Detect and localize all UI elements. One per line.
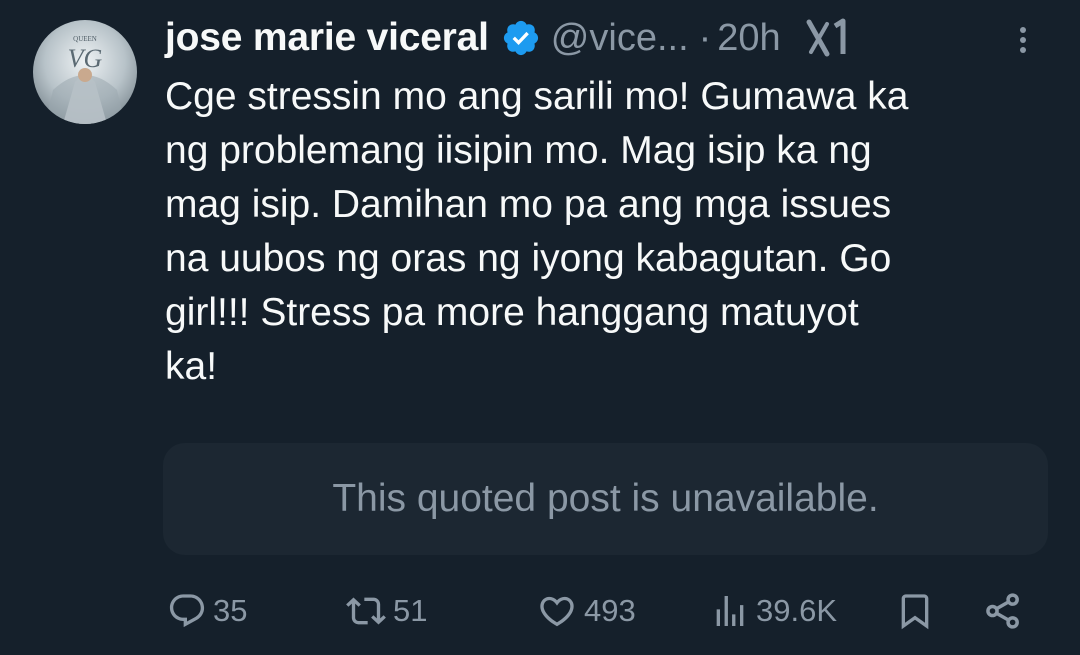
avatar-image: VG QUEEN [33, 20, 137, 124]
reply-button[interactable]: 35 [167, 583, 247, 639]
repost-icon [346, 597, 386, 625]
timestamp[interactable]: 20h [717, 17, 780, 60]
grok-icon[interactable] [805, 18, 849, 58]
views-icon [716, 596, 744, 626]
action-bar: 35 51 493 39.6K [0, 583, 1080, 639]
like-count: 493 [584, 593, 636, 628]
share-button[interactable] [982, 583, 1024, 639]
bookmark-button[interactable] [895, 583, 935, 639]
views-button[interactable]: 39.6K [710, 583, 837, 639]
repost-count: 51 [393, 593, 428, 628]
quoted-post-message: This quoted post is unavailable. [332, 477, 879, 520]
author-name[interactable]: jose marie viceral [165, 16, 489, 60]
tweet-text: Cge stressin mo ang sarili mo! Gumawa ka… [165, 75, 909, 388]
tweet-header: jose marie viceral @vice... · 20h [165, 10, 1065, 66]
reply-icon [169, 594, 205, 628]
repost-button[interactable]: 51 [345, 583, 427, 639]
like-icon [540, 596, 574, 627]
reply-count: 35 [213, 593, 248, 628]
separator-dot: · [698, 16, 712, 59]
avatar[interactable]: VG QUEEN [33, 20, 137, 124]
more-options-icon[interactable] [1013, 20, 1033, 60]
verified-badge-icon[interactable] [501, 18, 541, 58]
avatar-caption: QUEEN [73, 35, 97, 43]
author-handle[interactable]: @vice... [551, 17, 689, 60]
quoted-post-unavailable: This quoted post is unavailable. [163, 443, 1048, 555]
views-count: 39.6K [756, 593, 838, 628]
bookmark-icon [901, 594, 929, 630]
tweet: VG QUEEN jose marie viceral @vice... · 2… [0, 0, 1080, 655]
avatar-monogram: VG [68, 44, 103, 73]
like-button[interactable]: 493 [536, 583, 636, 639]
share-icon [986, 593, 1019, 629]
